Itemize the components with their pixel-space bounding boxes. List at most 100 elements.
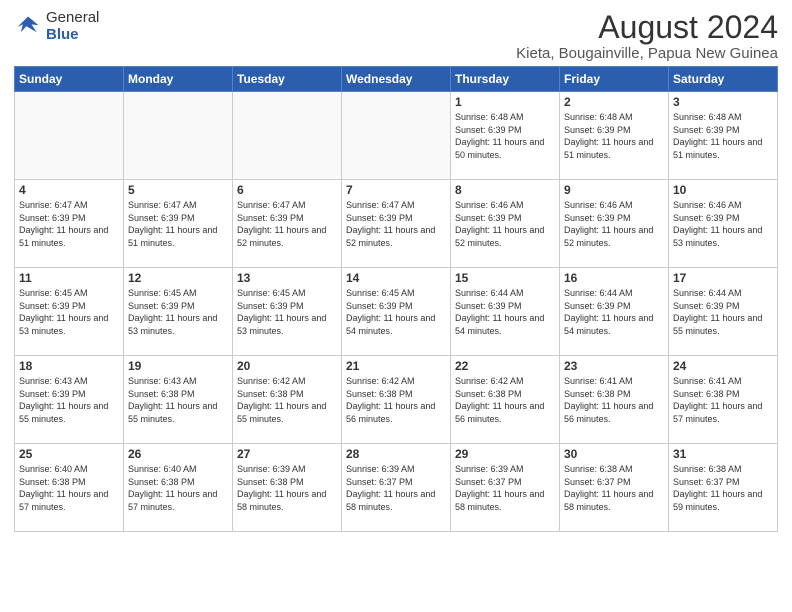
day-number: 26 (128, 447, 228, 461)
calendar-day-header: Tuesday (233, 67, 342, 92)
day-number: 25 (19, 447, 119, 461)
day-number: 12 (128, 271, 228, 285)
page-subtitle: Kieta, Bougainville, Papua New Guinea (516, 45, 778, 62)
calendar-cell: 2 Sunrise: 6:48 AM Sunset: 6:39 PM Daylig… (560, 92, 669, 180)
day-number: 15 (455, 271, 555, 285)
day-number: 11 (19, 271, 119, 285)
day-info: Sunrise: 6:41 AM Sunset: 6:38 PM Dayligh… (673, 375, 773, 425)
calendar-day-header: Sunday (15, 67, 124, 92)
day-number: 10 (673, 183, 773, 197)
day-info: Sunrise: 6:45 AM Sunset: 6:39 PM Dayligh… (128, 287, 228, 337)
day-info: Sunrise: 6:40 AM Sunset: 6:38 PM Dayligh… (128, 463, 228, 513)
calendar-body: 1 Sunrise: 6:48 AM Sunset: 6:39 PM Daylig… (15, 92, 778, 532)
calendar-week-row: 25 Sunrise: 6:40 AM Sunset: 6:38 PM Dayli… (15, 444, 778, 532)
day-info: Sunrise: 6:42 AM Sunset: 6:38 PM Dayligh… (346, 375, 446, 425)
calendar-cell: 4Sunrise: 6:47 AM Sunset: 6:39 PM Daylig… (15, 180, 124, 268)
calendar-cell: 17Sunrise: 6:44 AM Sunset: 6:39 PM Dayli… (669, 268, 778, 356)
calendar-week-row: 1 Sunrise: 6:48 AM Sunset: 6:39 PM Daylig… (15, 92, 778, 180)
day-info: Sunrise: 6:48 AM Sunset: 6:39 PM Dayligh… (455, 111, 555, 161)
day-info: Sunrise: 6:43 AM Sunset: 6:38 PM Dayligh… (128, 375, 228, 425)
calendar-cell: 21 Sunrise: 6:42 AM Sunset: 6:38 PM Dayli… (342, 356, 451, 444)
calendar-day-header: Thursday (451, 67, 560, 92)
calendar-cell: 24Sunrise: 6:41 AM Sunset: 6:38 PM Dayli… (669, 356, 778, 444)
calendar-cell (342, 92, 451, 180)
calendar-table: SundayMondayTuesdayWednesdayThursdayFrid… (14, 66, 778, 532)
day-info: Sunrise: 6:48 AM Sunset: 6:39 PM Dayligh… (673, 111, 773, 161)
page-title: August 2024 (516, 10, 778, 45)
calendar-day-header: Friday (560, 67, 669, 92)
day-info: Sunrise: 6:38 AM Sunset: 6:37 PM Dayligh… (673, 463, 773, 513)
day-number: 2 (564, 95, 664, 109)
day-number: 5 (128, 183, 228, 197)
calendar-cell (15, 92, 124, 180)
logo-icon (14, 13, 42, 41)
calendar-cell: 28 Sunrise: 6:39 AM Sunset: 6:37 PM Dayli… (342, 444, 451, 532)
calendar-week-row: 18 Sunrise: 6:43 AM Sunset: 6:39 PM Dayli… (15, 356, 778, 444)
day-info: Sunrise: 6:47 AM Sunset: 6:39 PM Dayligh… (346, 199, 446, 249)
calendar-cell: 27 Sunrise: 6:39 AM Sunset: 6:38 PM Dayli… (233, 444, 342, 532)
day-number: 30 (564, 447, 664, 461)
day-info: Sunrise: 6:44 AM Sunset: 6:39 PM Dayligh… (455, 287, 555, 337)
day-info: Sunrise: 6:39 AM Sunset: 6:38 PM Dayligh… (237, 463, 337, 513)
calendar-cell: 23Sunrise: 6:41 AM Sunset: 6:38 PM Dayli… (560, 356, 669, 444)
day-info: Sunrise: 6:39 AM Sunset: 6:37 PM Dayligh… (346, 463, 446, 513)
logo-blue: Blue (46, 27, 99, 44)
calendar-day-header: Wednesday (342, 67, 451, 92)
calendar-week-row: 4Sunrise: 6:47 AM Sunset: 6:39 PM Daylig… (15, 180, 778, 268)
calendar-cell: 6 Sunrise: 6:47 AM Sunset: 6:39 PM Daylig… (233, 180, 342, 268)
calendar-cell: 5 Sunrise: 6:47 AM Sunset: 6:39 PM Daylig… (124, 180, 233, 268)
calendar-cell (233, 92, 342, 180)
day-number: 13 (237, 271, 337, 285)
day-number: 6 (237, 183, 337, 197)
calendar-cell: 10Sunrise: 6:46 AM Sunset: 6:39 PM Dayli… (669, 180, 778, 268)
day-info: Sunrise: 6:47 AM Sunset: 6:39 PM Dayligh… (128, 199, 228, 249)
day-info: Sunrise: 6:47 AM Sunset: 6:39 PM Dayligh… (19, 199, 119, 249)
day-number: 23 (564, 359, 664, 373)
calendar-cell: 12 Sunrise: 6:45 AM Sunset: 6:39 PM Dayli… (124, 268, 233, 356)
day-number: 9 (564, 183, 664, 197)
day-number: 18 (19, 359, 119, 373)
day-number: 27 (237, 447, 337, 461)
day-number: 14 (346, 271, 446, 285)
calendar-cell: 15 Sunrise: 6:44 AM Sunset: 6:39 PM Dayli… (451, 268, 560, 356)
calendar-cell: 8Sunrise: 6:46 AM Sunset: 6:39 PM Daylig… (451, 180, 560, 268)
day-info: Sunrise: 6:45 AM Sunset: 6:39 PM Dayligh… (237, 287, 337, 337)
calendar-cell: 22Sunrise: 6:42 AM Sunset: 6:38 PM Dayli… (451, 356, 560, 444)
calendar-cell: 9Sunrise: 6:46 AM Sunset: 6:39 PM Daylig… (560, 180, 669, 268)
day-number: 17 (673, 271, 773, 285)
calendar-cell: 11 Sunrise: 6:45 AM Sunset: 6:39 PM Dayli… (15, 268, 124, 356)
day-info: Sunrise: 6:46 AM Sunset: 6:39 PM Dayligh… (455, 199, 555, 249)
calendar-cell: 19 Sunrise: 6:43 AM Sunset: 6:38 PM Dayli… (124, 356, 233, 444)
calendar-cell: 13 Sunrise: 6:45 AM Sunset: 6:39 PM Dayli… (233, 268, 342, 356)
day-number: 1 (455, 95, 555, 109)
day-info: Sunrise: 6:45 AM Sunset: 6:39 PM Dayligh… (19, 287, 119, 337)
day-number: 19 (128, 359, 228, 373)
logo: General Blue (14, 10, 99, 43)
day-info: Sunrise: 6:47 AM Sunset: 6:39 PM Dayligh… (237, 199, 337, 249)
calendar-week-row: 11 Sunrise: 6:45 AM Sunset: 6:39 PM Dayli… (15, 268, 778, 356)
calendar-cell (124, 92, 233, 180)
calendar-cell: 25 Sunrise: 6:40 AM Sunset: 6:38 PM Dayli… (15, 444, 124, 532)
day-info: Sunrise: 6:40 AM Sunset: 6:38 PM Dayligh… (19, 463, 119, 513)
day-info: Sunrise: 6:42 AM Sunset: 6:38 PM Dayligh… (455, 375, 555, 425)
day-info: Sunrise: 6:48 AM Sunset: 6:39 PM Dayligh… (564, 111, 664, 161)
day-number: 16 (564, 271, 664, 285)
calendar-cell: 30Sunrise: 6:38 AM Sunset: 6:37 PM Dayli… (560, 444, 669, 532)
day-number: 21 (346, 359, 446, 373)
calendar-cell: 20 Sunrise: 6:42 AM Sunset: 6:38 PM Dayli… (233, 356, 342, 444)
calendar-cell: 31Sunrise: 6:38 AM Sunset: 6:37 PM Dayli… (669, 444, 778, 532)
calendar-cell: 29Sunrise: 6:39 AM Sunset: 6:37 PM Dayli… (451, 444, 560, 532)
calendar-cell: 14Sunrise: 6:45 AM Sunset: 6:39 PM Dayli… (342, 268, 451, 356)
day-info: Sunrise: 6:44 AM Sunset: 6:39 PM Dayligh… (564, 287, 664, 337)
day-info: Sunrise: 6:43 AM Sunset: 6:39 PM Dayligh… (19, 375, 119, 425)
logo-general: General (46, 10, 99, 27)
day-number: 20 (237, 359, 337, 373)
day-info: Sunrise: 6:42 AM Sunset: 6:38 PM Dayligh… (237, 375, 337, 425)
day-number: 7 (346, 183, 446, 197)
calendar-cell: 26 Sunrise: 6:40 AM Sunset: 6:38 PM Dayli… (124, 444, 233, 532)
day-number: 28 (346, 447, 446, 461)
calendar-cell: 16 Sunrise: 6:44 AM Sunset: 6:39 PM Dayli… (560, 268, 669, 356)
day-number: 29 (455, 447, 555, 461)
day-number: 3 (673, 95, 773, 109)
calendar-cell: 3 Sunrise: 6:48 AM Sunset: 6:39 PM Daylig… (669, 92, 778, 180)
